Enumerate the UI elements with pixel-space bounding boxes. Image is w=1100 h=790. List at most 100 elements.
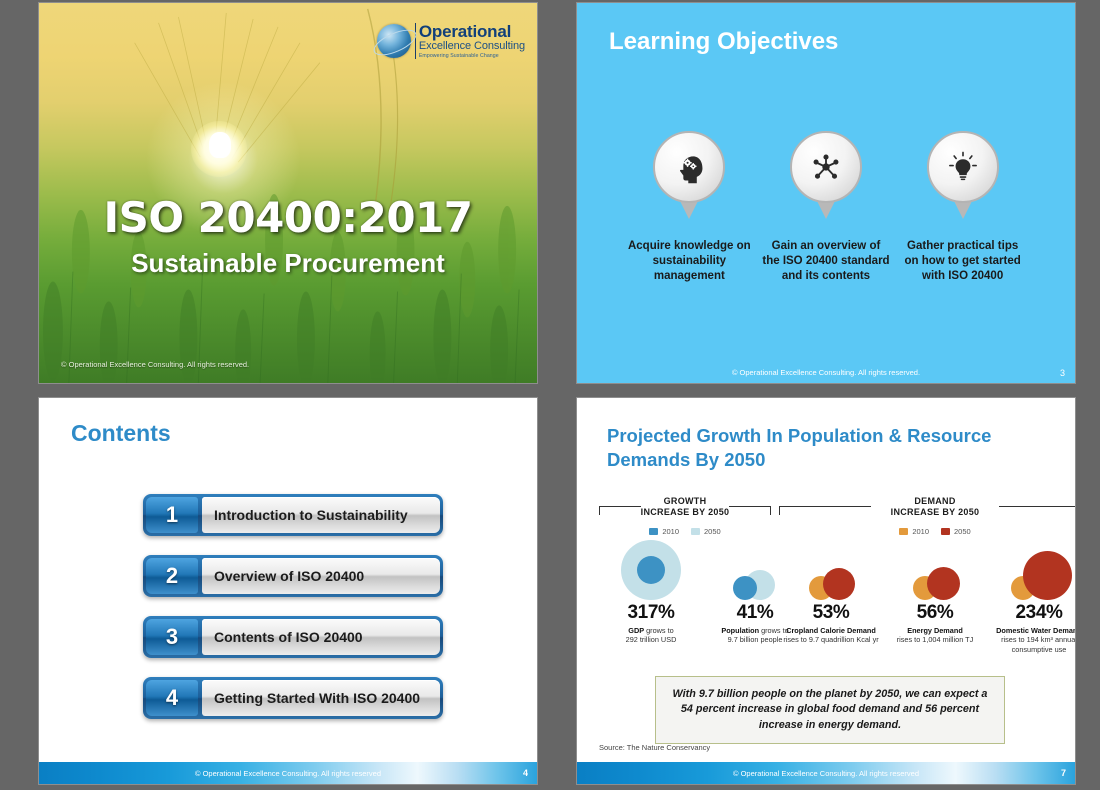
- slide-deck: Operational Excellence Consulting Empowe…: [0, 0, 1100, 790]
- toc-row[interactable]: 1 Introduction to Sustainability: [143, 494, 443, 536]
- slide-learning-objectives[interactable]: Learning Objectives Acquire knowledge on…: [576, 2, 1076, 384]
- bubble-pair: [887, 540, 983, 600]
- toc-label: Overview of ISO 20400: [202, 558, 440, 594]
- legend-swatch-2010: [649, 528, 659, 535]
- map-pin: [926, 131, 999, 223]
- pin-head: [789, 131, 862, 203]
- table-of-contents: 1 Introduction to Sustainability 2 Overv…: [143, 494, 443, 738]
- logo-tagline: Empowering Sustainable Change: [418, 52, 499, 59]
- map-pin: [653, 131, 726, 223]
- slide-footer: © Operational Excellence Consulting. All…: [39, 762, 537, 784]
- slide-projected-growth[interactable]: Projected Growth In Population & Resourc…: [576, 397, 1076, 785]
- metric-percent: 234%: [1015, 602, 1063, 623]
- legend-label: 2050: [704, 527, 721, 536]
- metric-detail: rises to 9.7 quadrillion Kcal yr: [783, 635, 879, 645]
- copyright-notice: © Operational Excellence Consulting. All…: [61, 360, 250, 369]
- page-title: Projected Growth In Population & Resourc…: [607, 425, 992, 471]
- objective-label: Gain an overview of the ISO 20400 standa…: [762, 240, 890, 283]
- metric-label-bold: Cropland Calorie Demand: [786, 626, 876, 635]
- infographic-groups: GROWTH INCREASE BY 2050 2010 2050 317% G…: [599, 496, 1075, 654]
- metric-percent: 53%: [812, 602, 850, 623]
- legend-swatch-2010: [899, 528, 909, 535]
- toc-number: 2: [146, 558, 198, 594]
- network-hub-icon: [813, 154, 839, 179]
- metric-row: 317% GDP grows to 292 trillion USD 41% P…: [599, 540, 789, 645]
- source-note: Source: The Nature Conservancy: [599, 743, 711, 752]
- legend-item: 2010: [649, 527, 679, 536]
- globe-icon: [376, 23, 411, 58]
- metric-gdp: 317% GDP grows to 292 trillion USD: [599, 540, 703, 645]
- infographic: GROWTH INCREASE BY 2050 2010 2050 317% G…: [599, 496, 1075, 654]
- legend: 2010 2050: [779, 527, 1075, 536]
- objective-label: Gather practical tips on how to get star…: [904, 240, 1021, 283]
- objective-item[interactable]: Gain an overview of the ISO 20400 standa…: [762, 131, 890, 285]
- slide-footer: © Operational Excellence Consulting. All…: [577, 762, 1075, 784]
- sun-core: [209, 132, 231, 158]
- objective-label: Acquire knowledge on sustainability mana…: [627, 240, 751, 283]
- group-demand: DEMAND INCREASE BY 2050 2010 2050 53% Cr…: [779, 496, 1076, 654]
- bubble-2010: [733, 576, 757, 600]
- group-growth: GROWTH INCREASE BY 2050 2010 2050 317% G…: [599, 496, 789, 645]
- legend-swatch-2050: [941, 528, 950, 535]
- toc-row[interactable]: 3 Contents of ISO 20400: [143, 616, 443, 658]
- toc-number: 3: [146, 619, 198, 655]
- objective-item[interactable]: Gather practical tips on how to get star…: [899, 131, 1027, 285]
- toc-number: 4: [146, 680, 198, 716]
- slide-footer: © Operational Excellence Consulting. All…: [577, 361, 1075, 383]
- legend-swatch-2050: [691, 528, 700, 535]
- legend-label: 2010: [912, 527, 929, 536]
- metric-label: GDP grows to 292 trillion USD: [599, 626, 703, 645]
- legend-item: 2010: [899, 527, 929, 536]
- bubble-pair: [603, 540, 699, 600]
- legend-item: 2050: [941, 527, 971, 536]
- slide-contents[interactable]: Contents 1 Introduction to Sustainabilit…: [38, 397, 538, 785]
- lightbulb-icon: [948, 151, 977, 181]
- page-title: Contents: [71, 420, 171, 446]
- objective-item[interactable]: Acquire knowledge on sustainability mana…: [625, 131, 753, 285]
- group-title: DEMAND: [914, 496, 956, 506]
- group-subtitle: INCREASE BY 2050: [640, 507, 730, 517]
- legend-label: 2050: [954, 527, 971, 536]
- toc-row[interactable]: 4 Getting Started With ISO 20400: [143, 677, 443, 719]
- legend-label: 2010: [662, 527, 679, 536]
- bubble-pair: [783, 540, 879, 600]
- metric-label-rest: grows to: [644, 626, 674, 635]
- group-subtitle: INCREASE BY 2050: [890, 507, 980, 517]
- metric-detail: 292 trillion USD: [625, 635, 677, 645]
- logo-line-1: Operational: [418, 22, 512, 41]
- metric-label-bold: Population: [721, 626, 760, 635]
- slide-title-page[interactable]: Operational Excellence Consulting Empowe…: [38, 2, 538, 384]
- pin-head: [926, 131, 999, 203]
- page-number: 3: [1059, 368, 1065, 378]
- metric-row: 53% Cropland Calorie Demand rises to 9.7…: [779, 540, 1076, 654]
- metric-percent: 317%: [627, 602, 675, 623]
- metric-label-bold: Energy Demand: [907, 626, 963, 635]
- metric-label: Energy Demand rises to 1,004 million TJ: [883, 626, 987, 645]
- footer-copyright: © Operational Excellence Consulting. All…: [732, 768, 920, 778]
- metric-label-bold: GDP: [628, 626, 645, 635]
- company-logo: Operational Excellence Consulting Empowe…: [376, 22, 525, 59]
- metric-energy-demand: 56% Energy Demand rises to 1,004 million…: [883, 540, 987, 654]
- page-title: Learning Objectives: [609, 28, 839, 55]
- metric-label: Cropland Calorie Demand rises to 9.7 qua…: [779, 626, 883, 645]
- page-number: 7: [1060, 768, 1066, 778]
- footer-copyright: © Operational Excellence Consulting. All…: [731, 367, 921, 377]
- metric-percent: 56%: [916, 602, 954, 623]
- page-number: 4: [522, 768, 528, 778]
- toc-label: Introduction to Sustainability: [202, 497, 440, 533]
- pin-head: [653, 131, 726, 203]
- toc-label: Contents of ISO 20400: [202, 619, 440, 655]
- callout-quote: With 9.7 billion people on the planet by…: [655, 676, 1005, 744]
- objectives-pin-row: Acquire knowledge on sustainability mana…: [577, 131, 1075, 285]
- bubble-2050: [927, 567, 960, 600]
- toc-row[interactable]: 2 Overview of ISO 20400: [143, 555, 443, 597]
- metric-cropland-calorie-demand: 53% Cropland Calorie Demand rises to 9.7…: [779, 540, 883, 654]
- metric-detail: rises to 194 km³ annual consumptive use: [1001, 635, 1076, 654]
- toc-label: Getting Started With ISO 20400: [202, 680, 440, 716]
- footer-copyright: © Operational Excellence Consulting. All…: [194, 768, 382, 778]
- metric-domestic-water-demand: 234% Domestic Water Demand rises to 194 …: [987, 540, 1076, 654]
- metric-detail: 9.7 billion people: [727, 635, 783, 645]
- page-title: ISO 20400:2017: [103, 193, 473, 242]
- legend: 2010 2050: [599, 527, 771, 536]
- group-title: GROWTH: [663, 496, 707, 506]
